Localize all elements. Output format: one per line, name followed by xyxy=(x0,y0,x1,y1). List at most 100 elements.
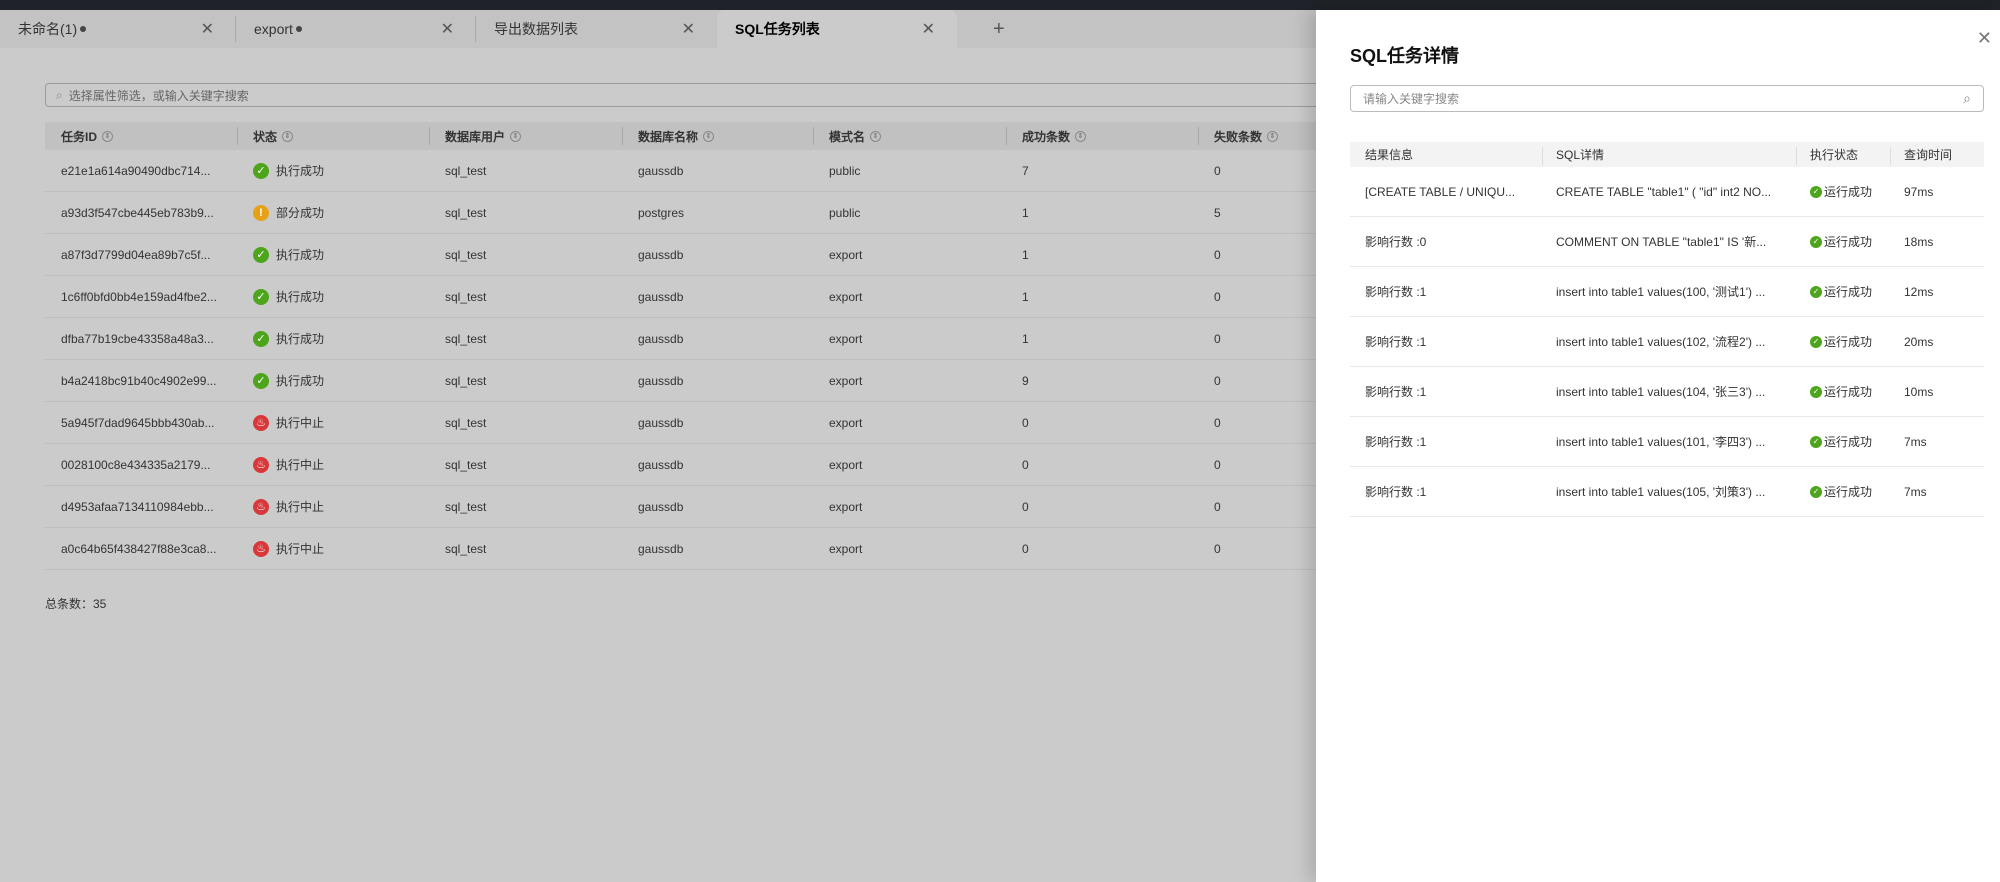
cell-text: 执行成功 xyxy=(276,164,325,178)
close-tab-icon[interactable]: ✕ xyxy=(201,19,214,39)
cell-3: gaussdb xyxy=(638,360,683,401)
cell-text: 0 xyxy=(1214,415,1221,430)
cell-text: gaussdb xyxy=(638,457,684,472)
tab-0[interactable]: 未命名(1) ✕ xyxy=(0,10,236,48)
cell-2: ✓ 运行成功 xyxy=(1810,167,1872,216)
add-tab-button[interactable]: + xyxy=(993,18,1005,41)
status-success-icon: ✓ xyxy=(253,246,269,263)
cell-0: 影响行数 :1 xyxy=(1365,267,1426,316)
column-header[interactable]: 数据库用户 ⇕ xyxy=(445,122,522,150)
table-row[interactable]: 1c6ff0bfd0bb4e159ad4fbe2... ✓ 执行成功 sql_test… xyxy=(45,276,1335,318)
table-row[interactable]: 影响行数 :1 insert into table1 values(100, '测… xyxy=(1350,267,1984,317)
sort-icon[interactable]: ⇕ xyxy=(870,130,882,142)
table-row[interactable]: a0c64b65f438427f88e3ca8... ♨ 执行中止 sql_test g… xyxy=(45,528,1335,570)
sort-icon[interactable]: ⇕ xyxy=(282,130,294,142)
cell-text: sql_test xyxy=(445,373,487,388)
close-icon[interactable]: ✕ xyxy=(1977,28,1992,49)
cell-text: b4a2418bc91b40c4902e99... xyxy=(61,373,217,388)
tab-2[interactable]: 导出数据列表 ✕ xyxy=(476,10,717,48)
table-row[interactable]: a93d3f547cbe445eb783b9...! 部分成功 sql_test po… xyxy=(45,192,1335,234)
filter-search-input[interactable]: ⌕ 选择属性筛选，或输入关键字搜索 xyxy=(45,83,1345,107)
cell-2: sql_test xyxy=(445,486,486,527)
cell-3: gaussdb xyxy=(638,486,683,527)
cell-1: ♨ 执行中止 xyxy=(253,486,324,527)
table-row[interactable]: a87f3d7799d04ea89b7c5f... ✓ 执行成功 sql_test ga… xyxy=(45,234,1335,276)
cell-1: insert into table1 values(101, '李四3') ..… xyxy=(1556,417,1765,466)
close-tab-icon[interactable]: ✕ xyxy=(682,19,695,39)
table-row[interactable]: d4953afaa7134110984ebb... ♨ 执行中止 sql_test ga… xyxy=(45,486,1335,528)
tab-3[interactable]: SQL任务列表 ✕ xyxy=(717,10,957,48)
cell-text: sql_test xyxy=(445,415,487,430)
table-row[interactable]: 影响行数 :1 insert into table1 values(102, '流… xyxy=(1350,317,1984,367)
sort-icon[interactable]: ⇕ xyxy=(102,130,114,142)
cell-1: insert into table1 values(105, '刘策3') ..… xyxy=(1556,467,1765,516)
cell-1: ! 部分成功 xyxy=(253,192,324,233)
table-row[interactable]: 5a945f7dad9645bbb430ab... ♨ 执行中止 sql_test ga… xyxy=(45,402,1335,444)
column-header: 查询时间 xyxy=(1904,148,1953,162)
column-header[interactable]: 状态 ⇕ xyxy=(253,122,294,150)
status-success-icon: ✓ xyxy=(253,288,269,305)
table-row[interactable]: 影响行数 :1 insert into table1 values(101, '李… xyxy=(1350,417,1984,467)
status-aborted-icon: ♨ xyxy=(253,456,269,473)
cell-text: 执行中止 xyxy=(276,542,325,556)
unsaved-dot-icon xyxy=(80,26,87,32)
cell-text: insert into table1 values(101, '李四3') ..… xyxy=(1556,435,1766,449)
cell-text: export xyxy=(829,415,863,430)
cell-text: 运行成功 xyxy=(1824,435,1873,449)
cell-text: public xyxy=(829,163,861,178)
search-icon[interactable]: ⌕ xyxy=(1963,90,1971,107)
tab-1[interactable]: export ✕ xyxy=(236,10,476,48)
table-row[interactable]: 影响行数 :0 COMMENT ON TABLE "table1" IS '新..… xyxy=(1350,217,1984,267)
cell-text: 0 xyxy=(1022,457,1029,472)
total-count: 总条数：35 xyxy=(45,597,107,611)
header-label: 模式名 xyxy=(829,129,866,144)
cell-1: insert into table1 values(104, '张三3') ..… xyxy=(1556,367,1765,416)
table-header: 任务ID ⇕ 状态 ⇕ 数据库用户 ⇕ 数据库名称 ⇕ 模式名 ⇕ 成功条数 ⇕ 失败条数 ⇕ xyxy=(45,122,1335,150)
table-row[interactable]: e21e1a614a90490dbc714... ✓ 执行成功 sql_test gau… xyxy=(45,150,1335,192)
close-tab-icon[interactable]: ✕ xyxy=(441,19,454,39)
cell-6: 0 xyxy=(1214,360,1221,401)
table-row[interactable]: 0028100c8e434335a2179... ♨ 执行中止 sql_test gau… xyxy=(45,444,1335,486)
drawer-search-input[interactable]: 请输入关键字搜索 ⌕ xyxy=(1350,85,1984,112)
cell-6: 0 xyxy=(1214,444,1221,485)
column-header[interactable]: 模式名 ⇕ xyxy=(829,122,882,150)
column-header[interactable]: 失败条数 ⇕ xyxy=(1214,122,1279,150)
unsaved-dot-icon xyxy=(295,26,302,32)
sort-icon[interactable]: ⇕ xyxy=(510,130,522,142)
cell-2: sql_test xyxy=(445,444,486,485)
column-header[interactable]: 任务ID ⇕ xyxy=(61,122,114,150)
tab-label: 导出数据列表 xyxy=(494,21,578,37)
table-row[interactable]: 影响行数 :1 insert into table1 values(104, '张… xyxy=(1350,367,1984,417)
search-placeholder: 选择属性筛选，或输入关键字搜索 xyxy=(68,88,249,103)
table-row[interactable]: b4a2418bc91b40c4902e99... ✓ 执行成功 sql_test ga… xyxy=(45,360,1335,402)
cell-0: 影响行数 :1 xyxy=(1365,367,1426,416)
cell-text: 1 xyxy=(1022,289,1029,304)
cell-2: sql_test xyxy=(445,318,486,359)
cell-text: 0 xyxy=(1214,331,1221,346)
cell-0: 影响行数 :0 xyxy=(1365,217,1426,266)
sort-icon[interactable]: ⇕ xyxy=(703,130,715,142)
cell-text: gaussdb xyxy=(638,415,684,430)
column-header[interactable]: 数据库名称 ⇕ xyxy=(638,122,715,150)
cell-3: gaussdb xyxy=(638,234,683,275)
cell-0: 1c6ff0bfd0bb4e159ad4fbe2... xyxy=(61,276,217,317)
cell-0: dfba77b19cbe43358a48a3... xyxy=(61,318,214,359)
cell-1: COMMENT ON TABLE "table1" IS '新... xyxy=(1556,217,1766,266)
cell-text: 执行成功 xyxy=(276,248,325,262)
cell-6: 0 xyxy=(1214,276,1221,317)
tab-label: 未命名(1) xyxy=(18,21,78,37)
cell-2: sql_test xyxy=(445,360,486,401)
table-row[interactable]: 影响行数 :1 insert into table1 values(105, '刘… xyxy=(1350,467,1984,517)
cell-3: gaussdb xyxy=(638,318,683,359)
table-row[interactable]: dfba77b19cbe43358a48a3... ✓ 执行成功 sql_test ga… xyxy=(45,318,1335,360)
close-tab-icon[interactable]: ✕ xyxy=(922,19,935,39)
cell-text: 5a945f7dad9645bbb430ab... xyxy=(61,415,215,430)
table-row[interactable]: [CREATE TABLE / UNIQU... CREATE TABLE "ta… xyxy=(1350,167,1984,217)
column-header[interactable]: 成功条数 ⇕ xyxy=(1022,122,1087,150)
sort-icon[interactable]: ⇕ xyxy=(1075,130,1087,142)
sort-icon[interactable]: ⇕ xyxy=(1267,130,1279,142)
cell-6: 0 xyxy=(1214,150,1221,191)
cell-4: export xyxy=(829,360,862,401)
cell-3: 97ms xyxy=(1904,167,1933,216)
cell-3: postgres xyxy=(638,192,684,233)
